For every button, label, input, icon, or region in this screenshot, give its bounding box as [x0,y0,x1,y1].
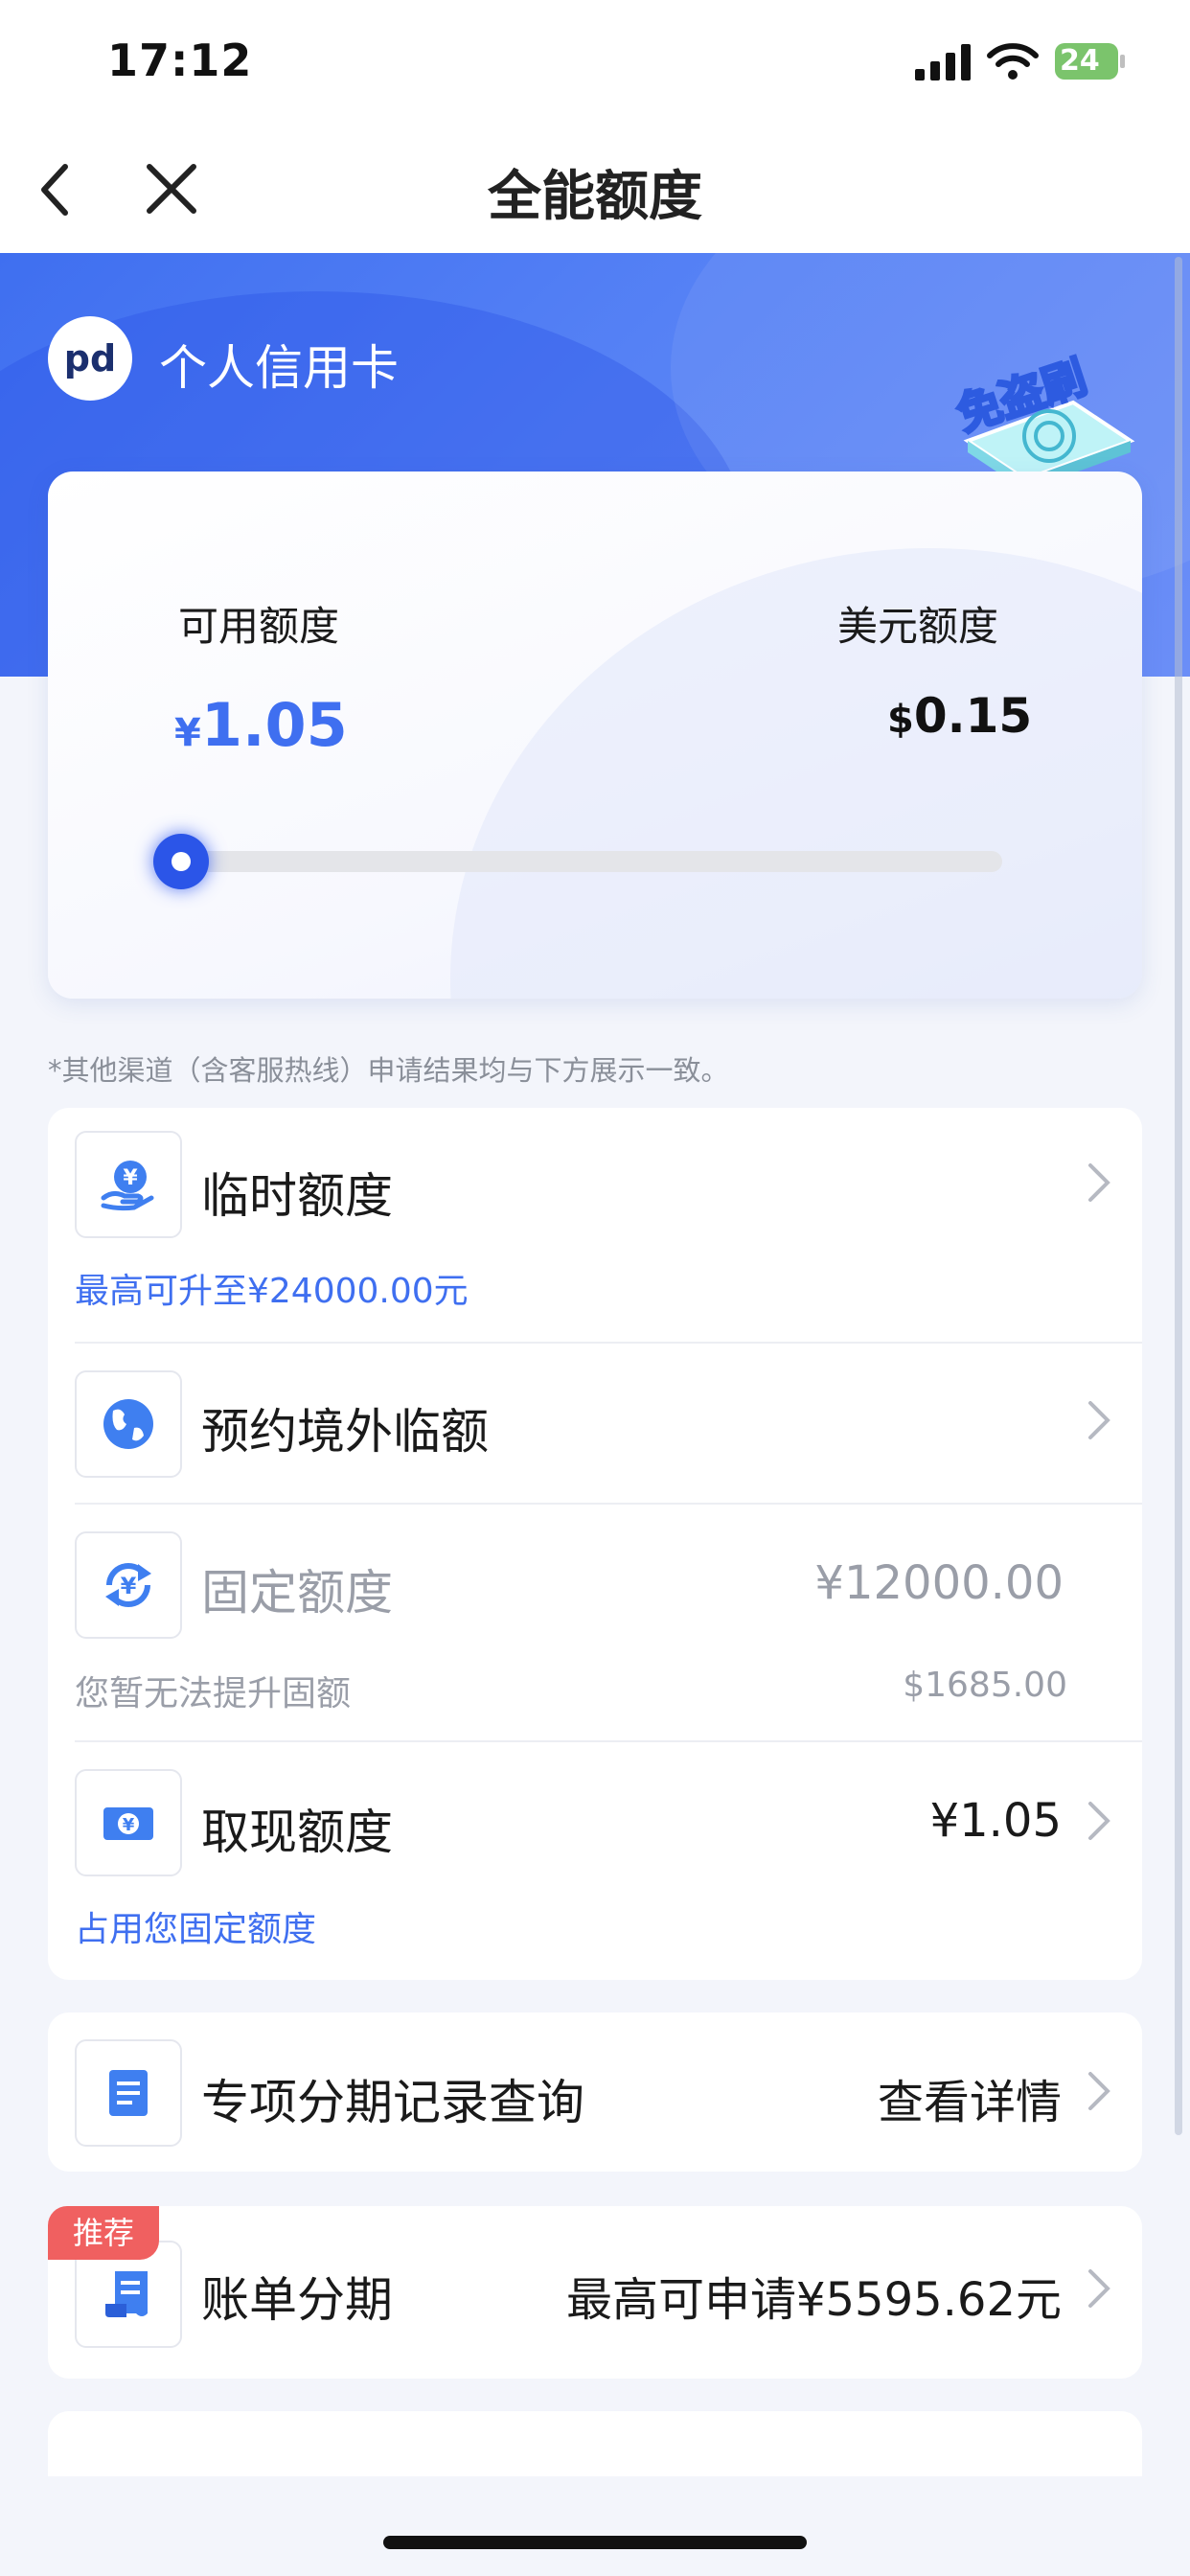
bottom-safe-area [0,2476,1190,2576]
overseas-credit-title: 预约境外临额 [201,1404,489,1460]
fixed-credit-usd-value: $1685.00 [903,1666,1067,1705]
view-details-link[interactable]: 查看详情 [878,2064,1062,2131]
cash-credit-value: ¥1.05 [929,1794,1062,1848]
cash-icon: ¥ [75,1769,182,1876]
scrollbar[interactable] [1175,257,1182,2135]
usd-credit-label: 美元额度 [837,603,999,650]
usd-credit-value: $0.15 [887,688,1032,744]
chevron-right-icon [1088,1802,1110,1840]
fixed-credit-subtitle: 您暂无法提升固额 [75,1674,352,1714]
credit-options-list: ¥ 临时额度 最高可升至¥24000.00元 预约境外临额 ¥ 固定额度 ¥12… [48,1108,1142,1980]
disclaimer-text: *其他渠道（含客服热线）申请结果均与下方展示一致。 [48,1054,729,1087]
cash-credit-title: 取现额度 [201,1805,393,1860]
list-item-temp-credit[interactable]: ¥ 临时额度 最高可升至¥24000.00元 [48,1108,1142,1342]
usd-currency: $ [887,698,914,742]
svg-text:¥: ¥ [121,1573,137,1599]
available-currency: ¥ [174,711,201,755]
status-time: 17:12 [107,34,253,86]
yuan-refresh-icon: ¥ [75,1531,182,1639]
available-amount: 1.05 [200,690,348,760]
usd-amount: 0.15 [913,688,1033,744]
page-title: 全能额度 [488,166,702,228]
bank-logo-icon: pd [48,316,132,401]
fixed-credit-value: ¥12000.00 [814,1556,1064,1610]
chevron-right-icon [1088,1401,1110,1439]
installment-record-title: 专项分期记录查询 [201,2075,584,2130]
recommend-badge: 推荐 [48,2206,159,2260]
wifi-icon [987,43,1039,80]
chevron-right-icon [1088,1163,1110,1202]
list-item-cash-credit[interactable]: ¥ 取现额度 ¥1.05 占用您固定额度 [48,1742,1142,1980]
svg-text:¥: ¥ [123,1166,138,1190]
globe-icon [75,1370,182,1478]
bill-installment-title: 账单分期 [201,2272,393,2328]
temp-credit-subtitle: 最高可升至¥24000.00元 [75,1272,469,1311]
installment-record-card[interactable]: 专项分期记录查询 查看详情 [48,2012,1142,2172]
home-indicator[interactable] [383,2536,807,2549]
svg-text:¥: ¥ [123,1815,135,1835]
available-credit-value: ¥1.05 [174,690,348,760]
list-item-fixed-credit: ¥ 固定额度 ¥12000.00 您暂无法提升固额 $1685.00 [48,1505,1142,1740]
list-item-overseas-credit[interactable]: 预约境外临额 [48,1344,1142,1503]
available-credit-label: 可用额度 [178,603,340,650]
cash-credit-subtitle: 占用您固定额度 [75,1910,317,1949]
fixed-credit-title: 固定额度 [201,1565,393,1621]
card-type-label: 个人信用卡 [159,340,399,396]
battery-level: 24 [1060,44,1100,78]
document-list-icon [75,2039,182,2147]
signal-icon [915,44,971,80]
credit-summary-card: 可用额度 ¥1.05 美元额度 $0.15 [48,472,1142,999]
chevron-right-icon [1088,2072,1110,2110]
credit-progress-knob[interactable] [153,834,209,889]
bill-installment-card[interactable]: 账单分期 最高可申请¥5595.62元 [48,2206,1142,2379]
bill-installment-value: 最高可申请¥5595.62元 [565,2273,1062,2327]
yuan-hand-icon: ¥ [75,1131,182,1238]
chevron-right-icon [1088,2269,1110,2308]
temp-credit-title: 临时额度 [201,1168,393,1224]
card-decor-shape [450,548,1142,999]
credit-progress-track [174,851,1002,872]
battery-charging-icon: 24 [1054,42,1127,80]
